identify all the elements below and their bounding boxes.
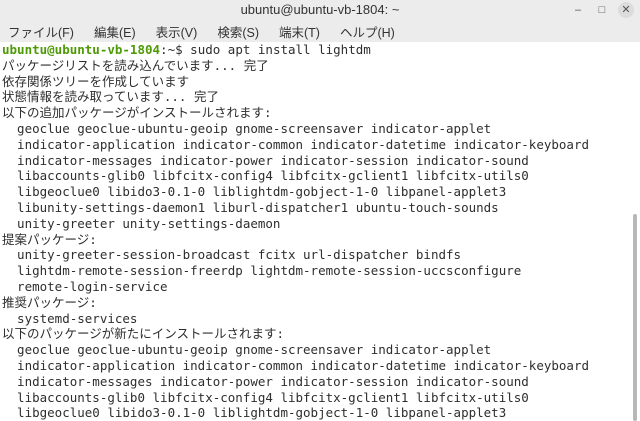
close-icon[interactable]: ✕ bbox=[618, 2, 634, 18]
output-line: libunity-settings-daemon1 liburl-dispatc… bbox=[2, 199, 499, 215]
output-line: libgeoclue0 libido3-0.1-0 liblightdm-gob… bbox=[2, 184, 507, 200]
output-line: 以下の追加パッケージがインストールされます: bbox=[2, 105, 272, 121]
output-line: パッケージリストを読み込んでいます... 完了 bbox=[2, 57, 269, 73]
output-line: lightdm-remote-session-freerdp lightdm-r… bbox=[2, 263, 522, 279]
menu-view[interactable]: 表示(V) bbox=[156, 22, 198, 41]
menu-bar: ファイル(F) 編集(E) 表示(V) 検索(S) 端末(T) ヘルプ(H) bbox=[0, 20, 640, 42]
prompt-symbol: $ bbox=[175, 42, 191, 57]
output-line: remote-login-service bbox=[2, 278, 168, 294]
menu-edit[interactable]: 編集(E) bbox=[94, 22, 136, 41]
scrollbar-thumb[interactable] bbox=[633, 214, 637, 421]
menu-help[interactable]: ヘルプ(H) bbox=[340, 22, 395, 41]
output-line: indicator-messages indicator-power indic… bbox=[2, 152, 529, 168]
menu-terminal[interactable]: 端末(T) bbox=[279, 22, 320, 41]
output-line: libgeoclue0 libido3-0.1-0 liblightdm-gob… bbox=[2, 405, 507, 421]
menu-file[interactable]: ファイル(F) bbox=[8, 22, 74, 41]
menu-search[interactable]: 検索(S) bbox=[217, 22, 259, 41]
output-line: 状態情報を読み取っています... 完了 bbox=[2, 89, 219, 105]
title-bar[interactable]: ubuntu@ubuntu-vb-1804: ~ – □ ✕ bbox=[0, 0, 640, 20]
terminal-output[interactable]: ubuntu@ubuntu-vb-1804:~$ sudo apt instal… bbox=[0, 42, 630, 421]
output-line: libaccounts-glib0 libfcitx-config4 libfc… bbox=[2, 389, 529, 405]
output-line: geoclue geoclue-ubuntu-geoip gnome-scree… bbox=[2, 342, 492, 358]
output-line: indicator-messages indicator-power indic… bbox=[2, 373, 529, 389]
prompt-line: ubuntu@ubuntu-vb-1804:~$ sudo apt instal… bbox=[2, 42, 630, 58]
window-title: ubuntu@ubuntu-vb-1804: ~ bbox=[240, 2, 400, 17]
output-line: libaccounts-glib0 libfcitx-config4 libfc… bbox=[2, 168, 529, 184]
output-line: unity-greeter-session-broadcast fcitx ur… bbox=[2, 247, 462, 263]
output-line: systemd-services bbox=[2, 310, 138, 326]
output-line: 推奨パッケージ: bbox=[2, 294, 97, 310]
prompt-command: sudo apt install lightdm bbox=[190, 42, 371, 57]
output-line: 依存関係ツリーを作成しています bbox=[2, 73, 190, 89]
prompt-path: :~ bbox=[160, 42, 176, 57]
vertical-scrollbar[interactable] bbox=[630, 42, 640, 421]
output-line: indicator-application indicator-common i… bbox=[2, 357, 589, 373]
maximize-icon[interactable]: □ bbox=[594, 2, 610, 18]
output-line: unity-greeter unity-settings-daemon bbox=[2, 215, 281, 231]
prompt-user: ubuntu@ubuntu-vb-1804 bbox=[2, 42, 161, 57]
minimize-icon[interactable]: – bbox=[570, 2, 586, 18]
output-line: 提案パッケージ: bbox=[2, 231, 97, 247]
output-line: indicator-application indicator-common i… bbox=[2, 136, 589, 152]
output-line: 以下のパッケージが新たにインストールされます: bbox=[2, 326, 285, 342]
window-controls: – □ ✕ bbox=[570, 2, 634, 18]
terminal-window: ubuntu@ubuntu-vb-1804: ~ – □ ✕ ファイル(F) 編… bbox=[0, 0, 640, 421]
output-line: geoclue geoclue-ubuntu-geoip gnome-scree… bbox=[2, 120, 492, 136]
